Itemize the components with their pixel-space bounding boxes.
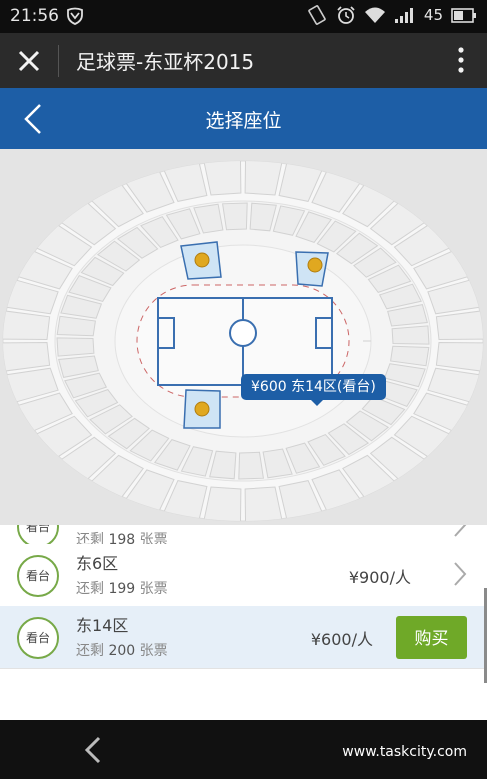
page-title: 足球票-东亚杯2015 (76, 50, 255, 74)
ticket-price: ¥600/人 (310, 630, 373, 649)
remaining-tickets: 还剩 199 张票 (76, 581, 168, 597)
buy-button[interactable]: 购买 (396, 616, 467, 659)
section-list: 看台 还剩 198 张票 看台 东6区 还剩 199 张票 ¥900/人 看台 … (0, 525, 487, 720)
stand-badge: 看台 (17, 555, 59, 597)
seat-selection-header: 选择座位 (0, 88, 487, 149)
watermark: www.taskcity.com (342, 744, 467, 760)
status-time: 21:56 (10, 6, 59, 26)
chevron-right-icon[interactable] (453, 561, 467, 587)
chevron-right-icon (454, 525, 467, 537)
zone-name: 东6区 (76, 554, 119, 573)
signal-icon (394, 8, 413, 23)
vibrate-icon (308, 5, 326, 25)
available-section-east-14[interactable] (295, 251, 329, 287)
battery-icon (451, 7, 476, 23)
header-title: 选择座位 (205, 110, 282, 132)
stadium-map[interactable]: ¥600 东14区(看台) (0, 149, 487, 525)
seat-section[interactable] (56, 337, 95, 357)
topbar-divider (58, 45, 59, 77)
wifi-icon (364, 7, 385, 23)
bottom-nav-bar: www.taskcity.com (0, 720, 487, 779)
more-options-icon[interactable] (457, 46, 465, 74)
remaining-tickets: 还剩 200 张票 (76, 643, 168, 659)
battery-percent: 45 (423, 6, 443, 24)
app-top-bar: 足球票-东亚杯2015 (0, 33, 487, 88)
available-section-south[interactable] (183, 389, 221, 429)
list-item[interactable]: 看台 东6区 还剩 199 张票 ¥900/人 (0, 544, 487, 607)
seat-section[interactable] (391, 325, 430, 345)
status-bar: 21:56 45 (0, 0, 487, 33)
list-item-selected[interactable]: 看台 东14区 还剩 200 张票 ¥600/人 购买 (0, 606, 487, 669)
zone-name: 东14区 (76, 616, 129, 635)
shield-notification-icon (67, 7, 83, 25)
alarm-icon (337, 6, 355, 24)
stadium-svg (2, 160, 484, 522)
close-icon[interactable] (16, 48, 42, 74)
nav-back-icon[interactable] (84, 736, 102, 764)
ticket-price: ¥900/人 (348, 568, 411, 587)
seat-section[interactable] (222, 202, 248, 231)
available-section-west[interactable] (180, 241, 222, 280)
seat-section[interactable] (238, 451, 264, 480)
section-price-tooltip: ¥600 东14区(看台) (241, 374, 386, 406)
stand-badge: 看台 (17, 617, 59, 659)
